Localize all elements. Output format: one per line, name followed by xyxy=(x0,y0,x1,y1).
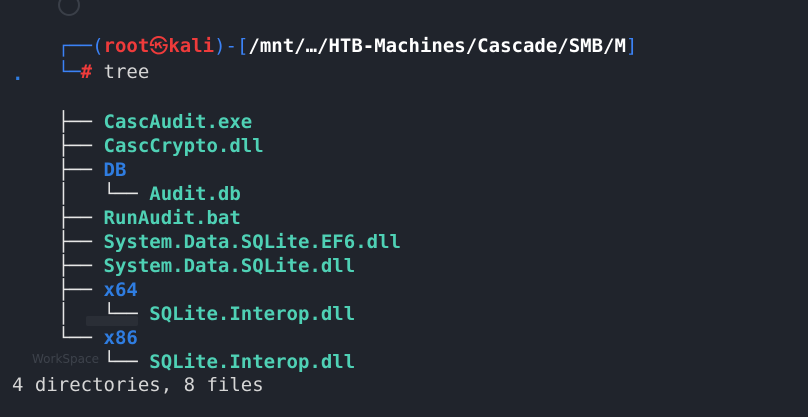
command-text: tree xyxy=(92,61,150,83)
tree-root: . xyxy=(12,63,24,85)
prompt-hash: # xyxy=(80,61,93,83)
tree-entry: └── SQLite.Interop.dll xyxy=(12,326,356,373)
tree-entry: ├── RunAudit.bat xyxy=(12,182,241,229)
tree-entry: │ └── Audit.db xyxy=(12,158,241,205)
tree-summary: 4 directories, 8 files xyxy=(12,374,264,396)
prompt-path: /mnt/…/HTB-Machines/Cascade/SMB/M xyxy=(248,35,626,57)
prompt-line-command: └─# tree xyxy=(12,36,150,83)
tree-entry: ├── CascAudit.exe xyxy=(12,86,252,133)
tree-branch: └── xyxy=(57,351,150,373)
prompt-line-top: ┌──(root㉿kali)-[/mnt/…/HTB-Machines/Casc… xyxy=(12,10,638,57)
prompt-corner-bottom: └─ xyxy=(57,61,81,83)
tree-entry: ├── System.Data.SQLite.dll xyxy=(12,230,355,277)
prompt-host: kali xyxy=(168,35,215,57)
prompt-bracket-open: )-[ xyxy=(214,35,249,57)
skull-icon: ㉿ xyxy=(149,35,169,57)
tree-entry: ├── CascCrypto.dll xyxy=(12,110,264,157)
file-name: CascCrypto.dll xyxy=(103,135,264,157)
tree-entry: │ └── SQLite.Interop.dll xyxy=(12,278,355,325)
tree-entry: ├── DB xyxy=(12,134,127,181)
prompt-bracket-close: ] xyxy=(625,35,638,57)
file-name: SQLite.Interop.dll xyxy=(149,303,356,325)
file-name: System.Data.SQLite.dll xyxy=(103,255,356,277)
tree-entry: ├── x64 xyxy=(12,254,138,301)
terminal-window[interactable]: WorkSpace ┌──(root㉿kali)-[/mnt/…/HTB-Mac… xyxy=(0,0,808,417)
tree-entry: └── x86 xyxy=(12,302,138,349)
tree-entry: ├── System.Data.SQLite.EF6.dll xyxy=(12,206,401,253)
file-name: SQLite.Interop.dll xyxy=(149,351,356,373)
